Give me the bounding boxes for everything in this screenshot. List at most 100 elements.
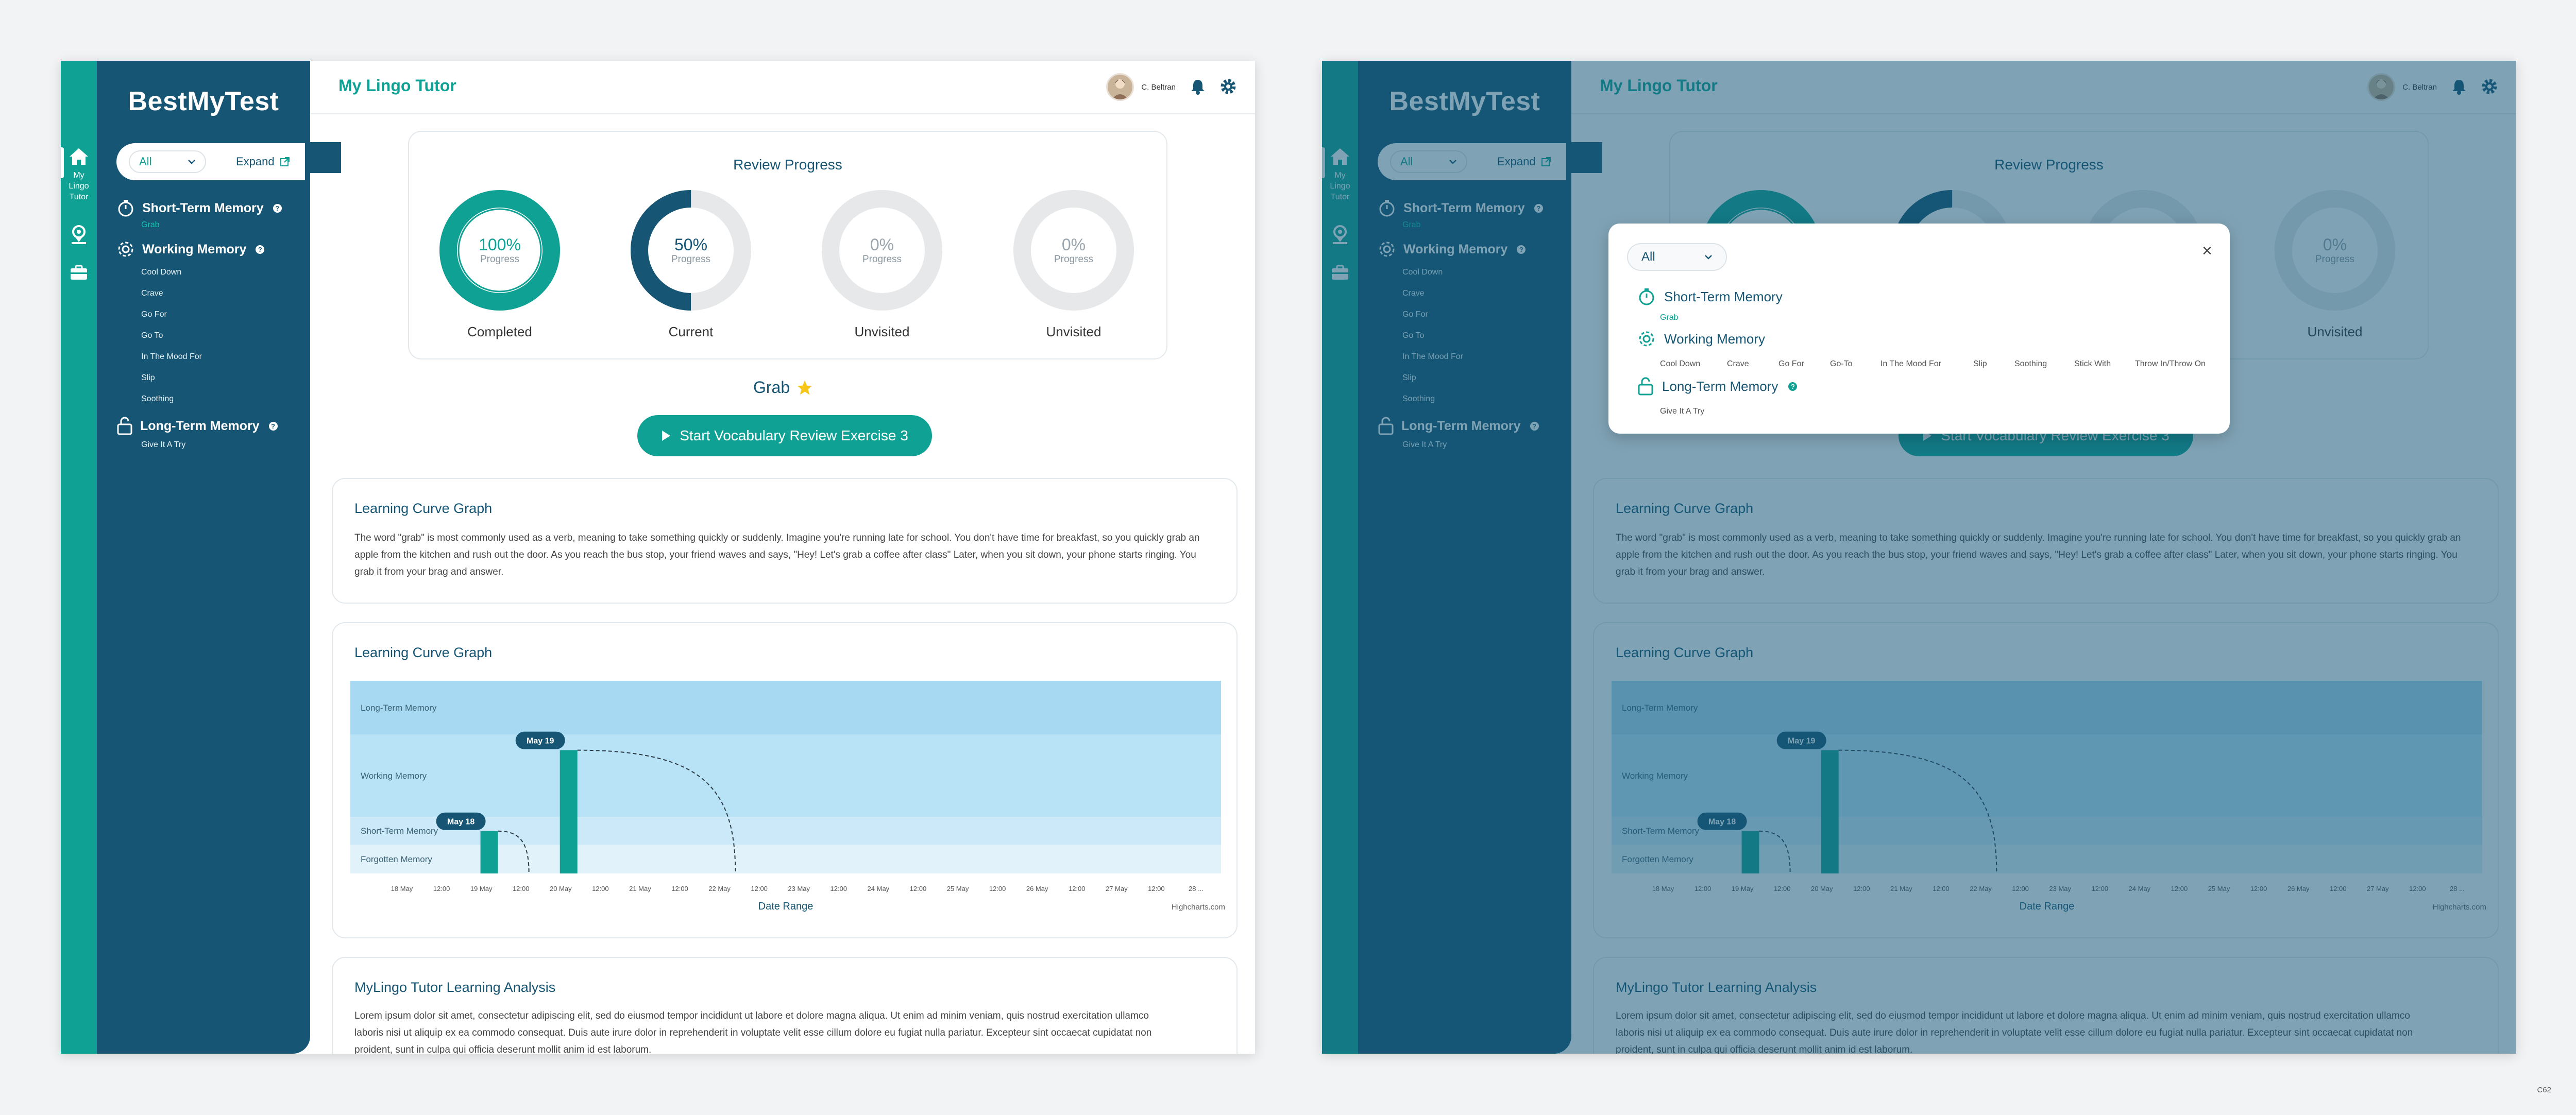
tree-item[interactable]: Slip <box>141 367 302 388</box>
x-tick-label: 12:00 <box>1069 885 1086 893</box>
tree-heading-working-label: Working Memory <box>142 242 247 256</box>
date-tooltip-label: May 18 <box>447 818 474 827</box>
x-tick-label: 24 May <box>868 885 890 893</box>
date-tooltip-label: May 19 <box>527 737 554 746</box>
review-bar[interactable] <box>480 831 498 873</box>
modal-item[interactable]: Soothing <box>2014 359 2047 369</box>
tree-item[interactable]: Go To <box>141 325 302 346</box>
modal-item[interactable]: Cool Down <box>1660 359 1700 369</box>
x-tick-label: 18 May <box>391 885 413 893</box>
donut-label: Current <box>668 324 714 339</box>
filter-dropdown[interactable]: All <box>129 150 206 173</box>
memory-tree: Short-Term Memory ? Grab Working Memory … <box>116 196 302 452</box>
band-label: Short-Term Memory <box>361 826 438 836</box>
card-paragraph: Lorem ipsum dolor sit amet, consectetur … <box>354 1010 1152 1054</box>
settings-button[interactable] <box>1219 77 1238 98</box>
tree-item-grab[interactable]: Grab <box>141 218 302 232</box>
modal-close-button[interactable]: × <box>2202 241 2212 261</box>
modal-heading-working[interactable]: Working Memory <box>1637 330 1765 348</box>
x-tick-label: 12:00 <box>433 885 450 893</box>
modal-item[interactable]: Go-To <box>1830 359 1853 369</box>
current-word: Grab <box>753 378 790 397</box>
modal-item-grab[interactable]: Grab <box>1660 313 1679 322</box>
modal-item[interactable]: Stick With <box>2074 359 2111 369</box>
chart-credit[interactable]: Highcharts.com <box>1172 903 1225 912</box>
x-tick-label: 12:00 <box>513 885 530 893</box>
page-title: My Lingo Tutor <box>338 76 456 95</box>
sidebar-filter-bar: All Expand <box>116 143 305 180</box>
help-icon[interactable]: ? <box>273 203 282 213</box>
x-tick-label: 12:00 <box>989 885 1006 893</box>
user-menu[interactable]: C. Beltran <box>1106 73 1176 101</box>
stopwatch-icon <box>1639 288 1654 305</box>
rail-item-briefcase[interactable] <box>61 265 97 280</box>
star-icon[interactable] <box>796 379 814 397</box>
modal-backdrop[interactable] <box>1322 61 2516 1054</box>
learning-curve-chart: Long-Term Memory Working Memory Short-Term… <box>350 681 1225 912</box>
modal-item[interactable]: Slip <box>1973 359 1987 369</box>
donut-label: Completed <box>467 324 532 339</box>
donut-unvisited: 0%Progress Unvisited <box>1012 188 1136 340</box>
donut-unvisited: 0%Progress Unvisited <box>820 188 944 340</box>
current-word-row: Grab <box>753 378 814 397</box>
top-bar: My Lingo Tutor C. Beltran <box>310 61 1255 114</box>
tree-item[interactable]: Cool Down <box>141 262 302 283</box>
modal-filter-dropdown[interactable]: All <box>1627 243 1727 271</box>
start-exercise-label: Start Vocabulary Review Exercise 3 <box>680 427 908 443</box>
modal-item[interactable]: Go For <box>1778 359 1804 369</box>
expand-link[interactable]: Expand <box>236 155 290 168</box>
tree-item[interactable]: Go For <box>141 304 302 325</box>
x-tick-label: 19 May <box>470 885 493 893</box>
modal-heading-label: Working Memory <box>1664 331 1766 347</box>
x-tick-label: 12:00 <box>910 885 927 893</box>
modal-item[interactable]: Give It A Try <box>1660 407 1704 416</box>
tree-heading-long-term[interactable]: Long-Term Memory ? <box>116 414 302 438</box>
modal-heading-long-term[interactable]: Long-Term Memory ? <box>1637 377 1798 396</box>
rail-item-my-lingo-tutor[interactable]: My Lingo Tutor <box>61 147 97 202</box>
donut-completed: 100%Progress Completed <box>438 188 562 340</box>
avatar <box>1106 73 1134 101</box>
modal-heading-label: Short-Term Memory <box>1664 288 1783 304</box>
gear-outline-icon <box>1639 331 1654 347</box>
learning-analysis-card: MyLingo Tutor Learning Analysis Lorem ip… <box>332 957 1238 1054</box>
tree-heading-short-term[interactable]: Short-Term Memory ? <box>116 196 302 220</box>
tree-heading-working[interactable]: Working Memory ? <box>116 237 302 262</box>
review-progress-title: Review Progress <box>733 157 842 173</box>
modal-item[interactable]: In The Mood For <box>1880 359 1941 369</box>
notifications-button[interactable] <box>1190 78 1206 97</box>
band-label: Long-Term Memory <box>361 703 437 713</box>
help-icon[interactable]: ? <box>256 245 265 254</box>
tree-item[interactable]: Soothing <box>141 388 302 409</box>
expand-label: Expand <box>236 155 275 168</box>
x-tick-label: 27 May <box>1106 885 1128 893</box>
card-title: MyLingo Tutor Learning Analysis <box>354 980 556 995</box>
tree-item[interactable]: Give It A Try <box>141 438 302 452</box>
donut-progress-label: Progress <box>671 254 711 265</box>
help-icon[interactable]: ? <box>1788 382 1798 391</box>
memory-band <box>350 734 1221 817</box>
x-tick-label: 25 May <box>947 885 969 893</box>
tree-item[interactable]: In The Mood For <box>141 346 302 367</box>
rail-item-map[interactable] <box>61 225 97 245</box>
app-screen-with-modal: My Lingo Tutor BestMyTest All Expand Sho… <box>1322 61 2516 1054</box>
review-bar[interactable] <box>560 750 578 873</box>
band-label: Working Memory <box>361 771 427 781</box>
bell-icon <box>1191 80 1205 95</box>
tree-item[interactable]: Crave <box>141 283 302 304</box>
chevron-down-icon <box>1705 255 1712 260</box>
briefcase-icon <box>71 265 87 280</box>
modal-item[interactable]: Crave <box>1727 359 1749 369</box>
card-paragraph: The word "grab" is most commonly used as… <box>354 533 1200 577</box>
stopwatch-icon <box>118 200 133 217</box>
start-exercise-button[interactable]: Start Vocabulary Review Exercise 3 <box>637 415 932 456</box>
review-progress-card: Review Progress 100%Progress Completed 5… <box>408 131 1167 359</box>
help-icon[interactable]: ? <box>268 421 278 431</box>
card-title: Learning Curve Graph <box>354 501 493 516</box>
tree-heading-long-term-label: Long-Term Memory <box>140 418 260 433</box>
modal-heading-label: Long-Term Memory <box>1662 378 1778 394</box>
donut-progress-label: Progress <box>862 254 902 265</box>
modal-heading-short-term[interactable]: Short-Term Memory <box>1637 287 1783 306</box>
donut-label: Unvisited <box>1046 324 1101 339</box>
donut-label: Unvisited <box>854 324 910 339</box>
modal-item[interactable]: Throw In/Throw On <box>2135 359 2206 369</box>
